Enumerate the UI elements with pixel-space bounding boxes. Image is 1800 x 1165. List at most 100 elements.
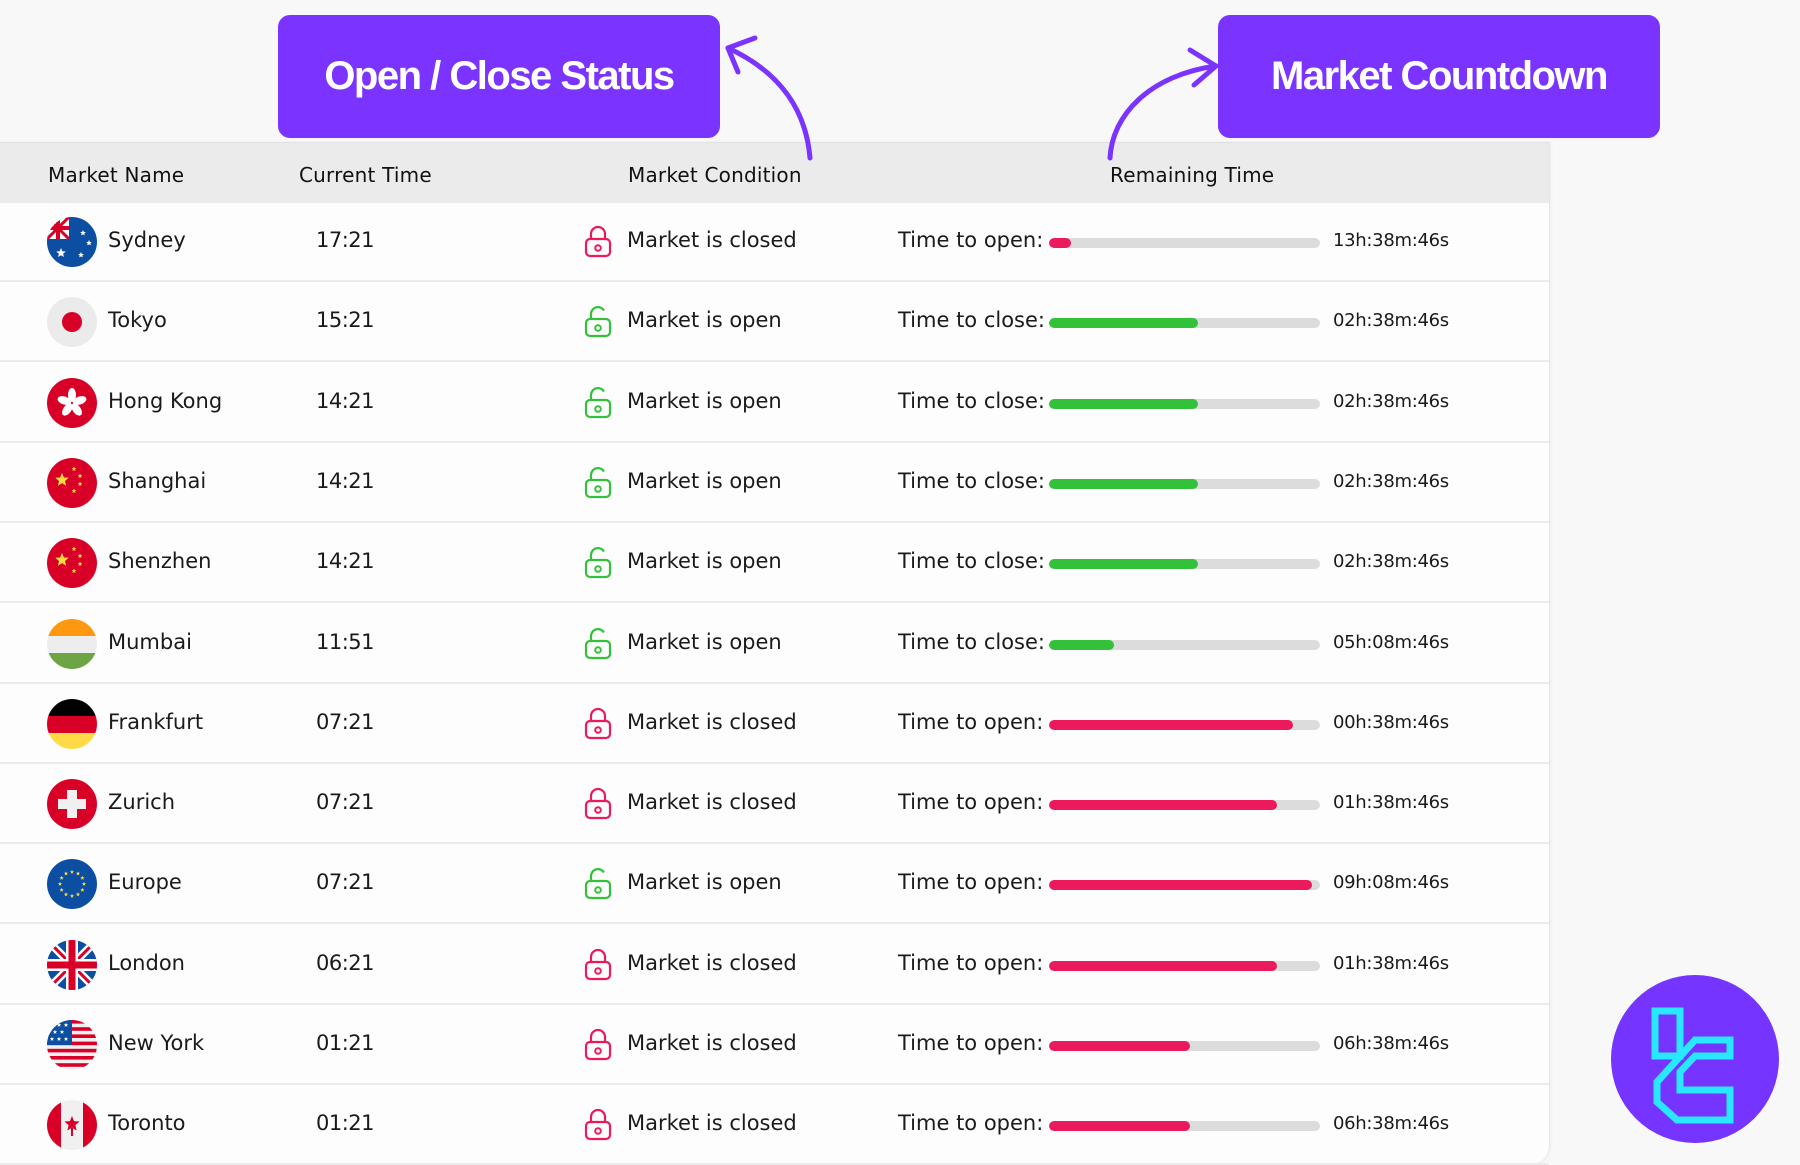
remaining-label: Time to open: <box>898 1111 1044 1136</box>
market-name: Zurich <box>108 790 176 815</box>
remaining-label: Time to open: <box>898 950 1044 975</box>
remaining-label: Time to open: <box>898 709 1044 734</box>
countdown-progress-bar <box>1049 238 1320 248</box>
locked-padlock-icon <box>583 224 613 258</box>
remaining-time: 00h:38m:46s <box>1333 711 1449 733</box>
current-time: 07:21 <box>316 790 375 815</box>
market-countdown-callout: Market Countdown <box>1218 15 1660 138</box>
market-condition: Market is closed <box>627 790 797 815</box>
market-condition: Market is open <box>627 308 782 333</box>
china-flag-icon <box>47 457 97 508</box>
current-time: 14:21 <box>316 468 375 493</box>
usa-flag-icon <box>47 1020 97 1070</box>
table-row-hong-kong[interactable]: Hong Kong 14:21 Market is open Time to c… <box>0 363 1549 443</box>
table-row-shanghai[interactable]: Shanghai 14:21 Market is open Time to cl… <box>0 443 1549 523</box>
countdown-progress-bar <box>1049 318 1320 329</box>
market-condition: Market is closed <box>627 1031 797 1055</box>
countdown-progress-bar <box>1049 478 1320 489</box>
unlocked-padlock-icon <box>583 626 613 660</box>
countdown-progress-bar <box>1049 1041 1320 1051</box>
remaining-label: Time to open: <box>898 790 1044 815</box>
japan-flag-icon <box>47 297 97 348</box>
market-condition: Market is open <box>627 629 782 654</box>
eu-flag-icon <box>47 859 97 910</box>
countdown-progress-bar <box>1049 960 1320 971</box>
table-row-zurich[interactable]: Zurich 07:21 Market is closed Time to op… <box>0 764 1549 845</box>
remaining-label: Time to close: <box>898 388 1045 413</box>
table-row-mumbai[interactable]: Mumbai 11:51 Market is open Time to clos… <box>0 604 1549 684</box>
remaining-time: 01h:38m:46s <box>1333 952 1449 974</box>
market-condition: Market is open <box>627 870 782 895</box>
remaining-label: Time to close: <box>898 549 1045 574</box>
remaining-time: 02h:38m:46s <box>1333 390 1449 412</box>
market-condition: Market is closed <box>627 950 797 975</box>
remaining-label: Time to open: <box>898 228 1044 252</box>
unlocked-padlock-icon <box>583 545 613 579</box>
table-row-tokyo[interactable]: Tokyo 15:21 Market is open Time to close… <box>0 282 1549 363</box>
market-name: Toronto <box>108 1111 186 1136</box>
current-time: 15:21 <box>316 308 375 333</box>
header-current-time: Current Time <box>299 163 432 187</box>
table-row-sydney[interactable]: Sydney 17:21 Market is closed Time to op… <box>0 202 1549 282</box>
market-name: Shanghai <box>108 468 207 493</box>
current-time: 06:21 <box>316 950 375 975</box>
unlocked-padlock-icon <box>583 304 613 338</box>
table-row-europe[interactable]: Europe 07:21 Market is open Time to open… <box>0 844 1549 925</box>
unlocked-padlock-icon <box>583 385 613 419</box>
current-time: 11:51 <box>316 629 375 654</box>
australia-flag-icon <box>47 217 97 267</box>
countdown-progress-bar <box>1049 639 1320 650</box>
brand-logo-icon <box>1611 975 1779 1143</box>
market-condition: Market is closed <box>627 228 797 252</box>
progress-fill <box>1049 559 1199 570</box>
remaining-time: 01h:38m:46s <box>1333 792 1449 814</box>
market-condition: Market is closed <box>627 709 797 734</box>
progress-fill <box>1049 238 1071 248</box>
progress-fill <box>1049 398 1199 409</box>
china-flag-icon <box>47 538 97 589</box>
market-name: Europe <box>108 870 182 895</box>
progress-fill <box>1049 478 1199 489</box>
table-row-toronto[interactable]: Toronto 01:21 Market is closed Time to o… <box>0 1085 1549 1165</box>
remaining-label: Time to close: <box>898 468 1045 493</box>
hong-kong-flag-icon <box>47 377 97 428</box>
market-name: Sydney <box>108 228 186 252</box>
remaining-time: 02h:38m:46s <box>1333 470 1449 492</box>
market-name: Tokyo <box>108 308 167 333</box>
canada-flag-icon <box>47 1100 97 1151</box>
market-name: Mumbai <box>108 629 192 654</box>
current-time: 01:21 <box>316 1111 375 1136</box>
current-time: 14:21 <box>316 549 375 574</box>
market-name: Shenzhen <box>108 549 212 574</box>
market-name: New York <box>108 1031 205 1055</box>
table-header: Market Name Current Time Market Conditio… <box>0 142 1549 203</box>
status-arrow-icon <box>725 35 813 161</box>
market-condition: Market is open <box>627 388 782 413</box>
unlocked-padlock-icon <box>583 866 613 900</box>
table-row-london[interactable]: London 06:21 Market is closed Time to op… <box>0 925 1549 1005</box>
table-row-new-york[interactable]: New York 01:21 Market is closed Time to … <box>0 1005 1549 1085</box>
remaining-label: Time to close: <box>898 308 1045 333</box>
progress-fill <box>1049 1121 1190 1132</box>
market-condition: Market is open <box>627 468 782 493</box>
current-time: 07:21 <box>316 709 375 734</box>
progress-fill <box>1049 960 1277 971</box>
current-time: 07:21 <box>316 870 375 895</box>
locked-padlock-icon <box>583 1027 613 1061</box>
locked-padlock-icon <box>583 1107 613 1141</box>
market-name: London <box>108 950 185 975</box>
market-name: Frankfurt <box>108 709 204 734</box>
remaining-time: 09h:08m:46s <box>1333 872 1449 894</box>
remaining-time: 06h:38m:46s <box>1333 1033 1449 1054</box>
locked-padlock-icon <box>583 947 613 981</box>
countdown-progress-bar <box>1049 1121 1320 1132</box>
market-condition: Market is closed <box>627 1111 797 1136</box>
countdown-progress-bar <box>1049 719 1320 730</box>
table-row-shenzhen[interactable]: Shenzhen 14:21 Market is open Time to cl… <box>0 523 1549 604</box>
germany-flag-icon <box>47 698 97 749</box>
table-row-frankfurt[interactable]: Frankfurt 07:21 Market is closed Time to… <box>0 684 1549 764</box>
remaining-time: 06h:38m:46s <box>1333 1113 1449 1135</box>
open-close-status-callout: Open / Close Status <box>278 15 720 138</box>
progress-fill <box>1049 318 1199 329</box>
countdown-progress-bar <box>1049 559 1320 570</box>
